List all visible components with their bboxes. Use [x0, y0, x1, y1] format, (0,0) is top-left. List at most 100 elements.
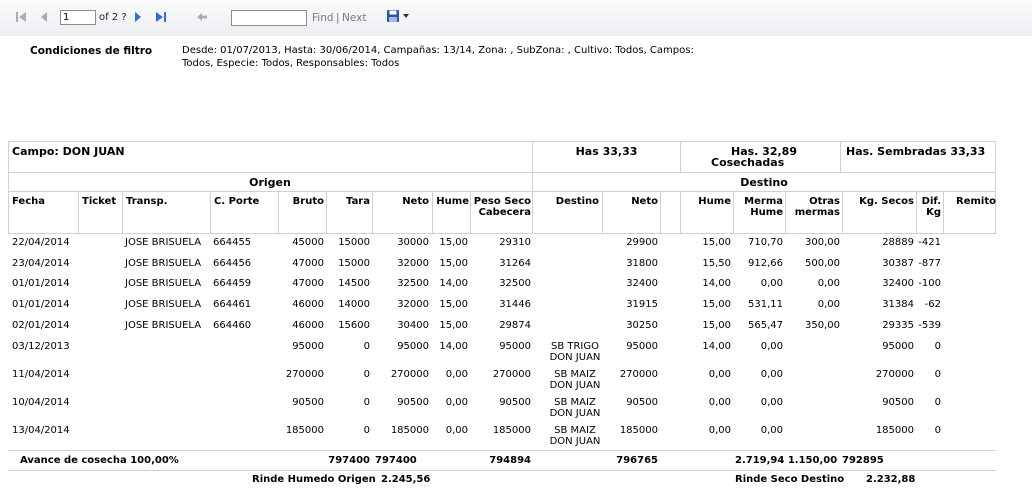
cell-hume: 15,00	[439, 258, 468, 269]
col-dif-line2: Kg	[926, 207, 941, 218]
cell-pseco: 270000	[492, 369, 531, 380]
cell-destino: SB TRIGO DON JUAN	[540, 341, 610, 363]
cell-pseco: 29310	[499, 237, 531, 248]
cell-dhume: 14,00	[702, 341, 731, 352]
cell-tara: 15000	[338, 258, 370, 269]
cell-tara: 14000	[338, 299, 370, 310]
has-cosechadas-label: Cosechadas	[711, 156, 785, 169]
col-tara: Tara	[346, 196, 370, 207]
cell-dhume: 14,00	[702, 278, 731, 289]
cell-fecha: 01/01/2014	[12, 299, 70, 310]
cell-otras: 500,00	[805, 258, 840, 269]
col-destino: Destino	[555, 196, 599, 207]
cell-tara: 0	[363, 341, 370, 352]
cell-dhume: 15,00	[702, 299, 731, 310]
cell-tara: 0	[363, 369, 370, 380]
page-number-input[interactable]	[60, 10, 96, 25]
col-dneto: Neto	[631, 196, 658, 207]
export-dropdown-icon[interactable]	[403, 14, 409, 18]
cell-cporte: 664460	[213, 320, 252, 331]
cell-hume: 14,00	[439, 278, 468, 289]
cell-neto: 32000	[397, 258, 429, 269]
cell-neto: 90500	[397, 397, 429, 408]
cell-dneto: 30250	[626, 320, 658, 331]
cell-kgsecos: 28889	[882, 237, 914, 248]
cell-kgsecos: 270000	[875, 369, 914, 380]
cell-fecha: 02/01/2014	[12, 320, 70, 331]
col-peso-seco-line2: Cabecera	[478, 207, 531, 218]
page-count-label: of 2 ?	[99, 12, 127, 23]
campo-has-cosechadas: Has. 32,89 Cosechadas	[681, 146, 840, 168]
cell-bruto: 46000	[292, 299, 324, 310]
campo-has-sembradas: Has. Sembradas 33,33	[846, 145, 986, 158]
cell-cporte: 664461	[213, 299, 252, 310]
cell-otras: 0,00	[817, 299, 840, 310]
cell-dneto: 185000	[619, 425, 658, 436]
group-origen: Origen	[249, 176, 291, 189]
col-remito: Remito	[956, 196, 996, 207]
total-destino-neto: 796765	[616, 455, 658, 466]
back-to-parent-icon[interactable]	[196, 11, 208, 23]
cell-destino-line1: SB TRIGO	[550, 341, 599, 352]
rinde-seco-label: Rinde Seco Destino	[735, 474, 845, 485]
next-page-icon[interactable]	[133, 11, 143, 23]
rinde-humedo-label: Rinde Humedo Origen	[252, 474, 376, 485]
find-link[interactable]: Find	[312, 12, 334, 24]
col-merma-line2: Hume	[750, 207, 783, 218]
cell-transp: JOSE BRISUELA	[125, 299, 202, 310]
col-otras-mermas: Otras mermas	[786, 196, 840, 218]
cell-bruto: 47000	[292, 278, 324, 289]
col-merma-line1: Merma	[744, 196, 783, 207]
cell-fecha: 01/01/2014	[12, 278, 70, 289]
total-mermas: 2.719,94 1.150,00	[735, 455, 838, 466]
cell-merma: 565,47	[748, 320, 783, 331]
rinde-humedo-value: 2.245,56	[381, 474, 431, 485]
cell-bruto: 45000	[292, 237, 324, 248]
cell-dif: -62	[924, 299, 941, 310]
cell-pseco: 31446	[499, 299, 531, 310]
cell-hume: 15,00	[439, 299, 468, 310]
first-page-icon[interactable]	[15, 11, 27, 23]
cell-kgsecos: 90500	[882, 397, 914, 408]
col-hume: Hume	[436, 196, 469, 207]
previous-page-icon[interactable]	[39, 11, 49, 23]
save-export-icon[interactable]	[386, 9, 400, 23]
find-text-input[interactable]	[231, 10, 307, 26]
cell-destino: SB MAIZ DON JUAN	[540, 425, 610, 447]
cell-neto: 32500	[397, 278, 429, 289]
cell-dhume: 0,00	[708, 369, 731, 380]
cell-dif: -100	[918, 278, 941, 289]
cell-merma: 0,00	[760, 397, 783, 408]
col-dif-kg: Dif. Kg	[917, 196, 941, 218]
find-next-link[interactable]: Next	[342, 12, 366, 24]
cell-fecha: 10/04/2014	[12, 397, 70, 408]
cell-neto: 270000	[390, 369, 429, 380]
col-transp: Transp.	[126, 196, 168, 207]
cell-kgsecos: 32400	[882, 278, 914, 289]
cell-kgsecos: 95000	[882, 341, 914, 352]
col-cporte: C. Porte	[214, 196, 260, 207]
cell-tara: 0	[363, 397, 370, 408]
cell-dif: -421	[918, 237, 941, 248]
cell-bruto: 46000	[292, 320, 324, 331]
cell-merma: 0,00	[760, 425, 783, 436]
cell-dneto: 29900	[626, 237, 658, 248]
cell-pseco: 31264	[499, 258, 531, 269]
total-peso-seco: 794894	[489, 455, 531, 466]
cell-dneto: 270000	[619, 369, 658, 380]
cell-fecha: 11/04/2014	[12, 369, 70, 380]
cell-transp: JOSE BRISUELA	[125, 237, 202, 248]
cell-kgsecos: 30387	[882, 258, 914, 269]
cell-dhume: 15,00	[702, 237, 731, 248]
last-page-icon[interactable]	[155, 11, 167, 23]
cell-hume: 14,00	[439, 341, 468, 352]
cell-otras: 0,00	[817, 278, 840, 289]
cell-transp: JOSE BRISUELA	[125, 320, 202, 331]
cell-neto: 185000	[390, 425, 429, 436]
cell-hume: 0,00	[445, 425, 468, 436]
cell-cporte: 664456	[213, 258, 252, 269]
cell-fecha: 13/04/2014	[12, 425, 70, 436]
col-ticket: Ticket	[82, 196, 117, 207]
cell-neto: 95000	[397, 341, 429, 352]
col-merma-hume: Merma Hume	[734, 196, 783, 218]
